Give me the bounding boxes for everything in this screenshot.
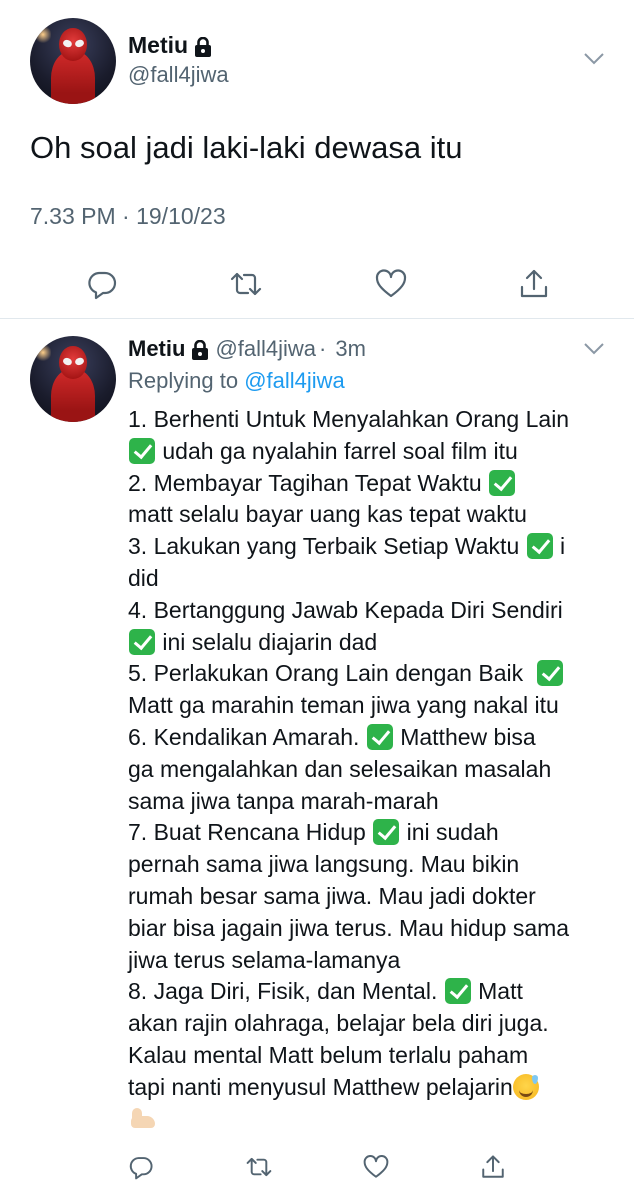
line-text: Kalau mental Matt belum terlalu paham [128, 1041, 529, 1068]
check-mark-emoji [373, 819, 400, 846]
line-text: 1. Berhenti Untuk Menyalahkan Orang Lain [128, 406, 570, 432]
retweet-button[interactable] [245, 1154, 273, 1180]
lock-icon [191, 340, 209, 360]
reply-text-line: 5. Perlakukan Orang Lain dengan Baik [128, 658, 608, 690]
reply-text-line: 1. Berhenti Untuk Menyalahkan Orang Lain [128, 404, 608, 436]
line-text: 6. Kendalikan Amarah. [128, 723, 366, 750]
reply-text-line: akan rajin olahraga, belajar bela diri j… [128, 1008, 608, 1040]
divider [0, 318, 634, 319]
line-text: 4. Bertanggung Jawab Kepada Diri Sendiri [128, 596, 563, 623]
reply-text-line: Kalau mental Matt belum terlalu paham [128, 1040, 608, 1072]
tweet-actions [128, 1154, 506, 1180]
line-text: 3. Lakukan yang Terbaik Setiap Waktu [128, 533, 526, 560]
reply-icon [86, 268, 118, 300]
chevron-down-icon[interactable] [583, 342, 605, 361]
avatar[interactable] [30, 18, 116, 104]
reply-button[interactable] [86, 268, 118, 300]
line-text: 5. Perlakukan Orang Lain dengan Baik [128, 660, 536, 687]
check-mark-emoji [489, 469, 516, 496]
like-icon [375, 268, 407, 300]
like-icon [363, 1154, 389, 1180]
reply-icon [128, 1154, 154, 1180]
line-text: Matthew bisa [393, 723, 536, 750]
check-mark-emoji [129, 628, 155, 655]
replying-prefix: Replying to [128, 368, 245, 393]
author-handle[interactable]: @fall4jiwa [215, 336, 316, 362]
reply-text-line: biar bisa jagain jiwa terus. Mau hidup s… [128, 913, 608, 945]
line-text: ini selalu diajarin dad [156, 628, 378, 655]
separator-dot: · [319, 336, 327, 361]
chevron-down-icon[interactable] [583, 52, 605, 71]
reply-text-line: did [128, 563, 608, 595]
tweet-actions [86, 268, 550, 300]
reply-text-line: ga mengalahkan dan selesaikan masalah [128, 754, 608, 786]
share-button[interactable] [518, 268, 550, 300]
line-text: tapi nanti menyusul Matthew pelajarin [128, 1073, 513, 1100]
author-handle[interactable]: @fall4jiwa [128, 62, 229, 88]
check-mark-emoji [444, 978, 471, 1005]
line-text: jiwa terus selama-lamanya [128, 946, 401, 973]
author-name[interactable]: Metiu [128, 336, 185, 362]
line-text: rumah besar sama jiwa. Mau jadi dokter [128, 882, 536, 909]
reply-text-line: 3. Lakukan yang Terbaik Setiap Waktu i [128, 531, 608, 563]
line-text: sama jiwa tanpa marah-marah [128, 787, 439, 814]
share-icon [480, 1154, 506, 1180]
sweat-smile-emoji [512, 1073, 539, 1100]
avatar[interactable] [30, 336, 116, 422]
reply-text-line: udah ga nyalahin farrel soal film itu [128, 436, 608, 468]
line-text: biar bisa jagain jiwa terus. Mau hidup s… [128, 914, 570, 941]
line-text: 8. Jaga Diri, Fisik, dan Mental. [128, 978, 444, 1005]
retweet-icon [245, 1154, 273, 1180]
reply-text-line: rumah besar sama jiwa. Mau jadi dokter [128, 881, 608, 913]
flexed-biceps-emoji [128, 1106, 158, 1132]
line-text: akan rajin olahraga, belajar bela diri j… [128, 1010, 549, 1037]
line-text: pernah sama jiwa langsung. Mau bikin [128, 851, 520, 878]
like-button[interactable] [363, 1154, 389, 1180]
author-name[interactable]: Metiu [128, 32, 188, 59]
reply-text-line: 6. Kendalikan Amarah. Matthew bisa [128, 722, 608, 754]
line-text: matt selalu bayar uang kas tepat waktu [128, 501, 527, 528]
line-text: Matt ga marahin teman jiwa yang nakal it… [128, 692, 559, 719]
reply-text-line: 8. Jaga Diri, Fisik, dan Mental. Matt [128, 976, 608, 1008]
like-button[interactable] [375, 268, 407, 300]
retweet-button[interactable] [229, 268, 263, 300]
line-text: did [128, 564, 159, 591]
reply-text-line: pernah sama jiwa langsung. Mau bikin [128, 849, 608, 881]
reply-text-line: Matt ga marahin teman jiwa yang nakal it… [128, 690, 608, 722]
share-button[interactable] [480, 1154, 506, 1180]
reply-text-line: ini selalu diajarin dad [128, 627, 608, 659]
reply-text-line: 7. Buat Rencana Hidup ini sudah [128, 817, 608, 849]
line-text: ga mengalahkan dan selesaikan masalah [128, 755, 552, 782]
line-text: udah ga nyalahin farrel soal film itu [156, 437, 518, 464]
retweet-icon [229, 268, 263, 300]
line-text: 7. Buat Rencana Hidup [128, 819, 373, 846]
tweet-timestamp[interactable]: 7.33 PM · 19/10/23 [30, 203, 226, 230]
share-icon [518, 268, 550, 300]
check-mark-emoji [536, 660, 563, 687]
line-text: Matt [471, 978, 523, 1005]
line-text: 2. Membayar Tagihan Tepat Waktu [128, 469, 489, 496]
check-mark-emoji [366, 723, 393, 750]
check-mark-emoji [129, 437, 155, 464]
reply-button[interactable] [128, 1154, 154, 1180]
reply-text-line: 4. Bertanggung Jawab Kepada Diri Sendiri [128, 595, 608, 627]
replying-to-link[interactable]: @fall4jiwa [244, 368, 345, 393]
check-mark-emoji [526, 533, 553, 560]
reply-text-line: 2. Membayar Tagihan Tepat Waktu [128, 468, 608, 500]
reply-text-line: tapi nanti menyusul Matthew pelajarin [128, 1072, 608, 1104]
reply-text-line: sama jiwa tanpa marah-marah [128, 786, 608, 818]
tweet-time-ago[interactable]: 3m [335, 336, 366, 362]
line-text: i [553, 533, 566, 560]
reply-text-line: jiwa terus selama-lamanya [128, 945, 608, 977]
reply-text: 1. Berhenti Untuk Menyalahkan Orang Lain… [128, 404, 608, 1135]
replying-to: Replying to @fall4jiwa [128, 368, 345, 394]
reply-text-line [128, 1104, 608, 1136]
tweet-text: Oh soal jadi laki-laki dewasa itu [30, 130, 463, 165]
lock-icon [194, 36, 212, 57]
reply-text-line: matt selalu bayar uang kas tepat waktu [128, 499, 608, 531]
line-text: ini sudah [400, 819, 499, 846]
